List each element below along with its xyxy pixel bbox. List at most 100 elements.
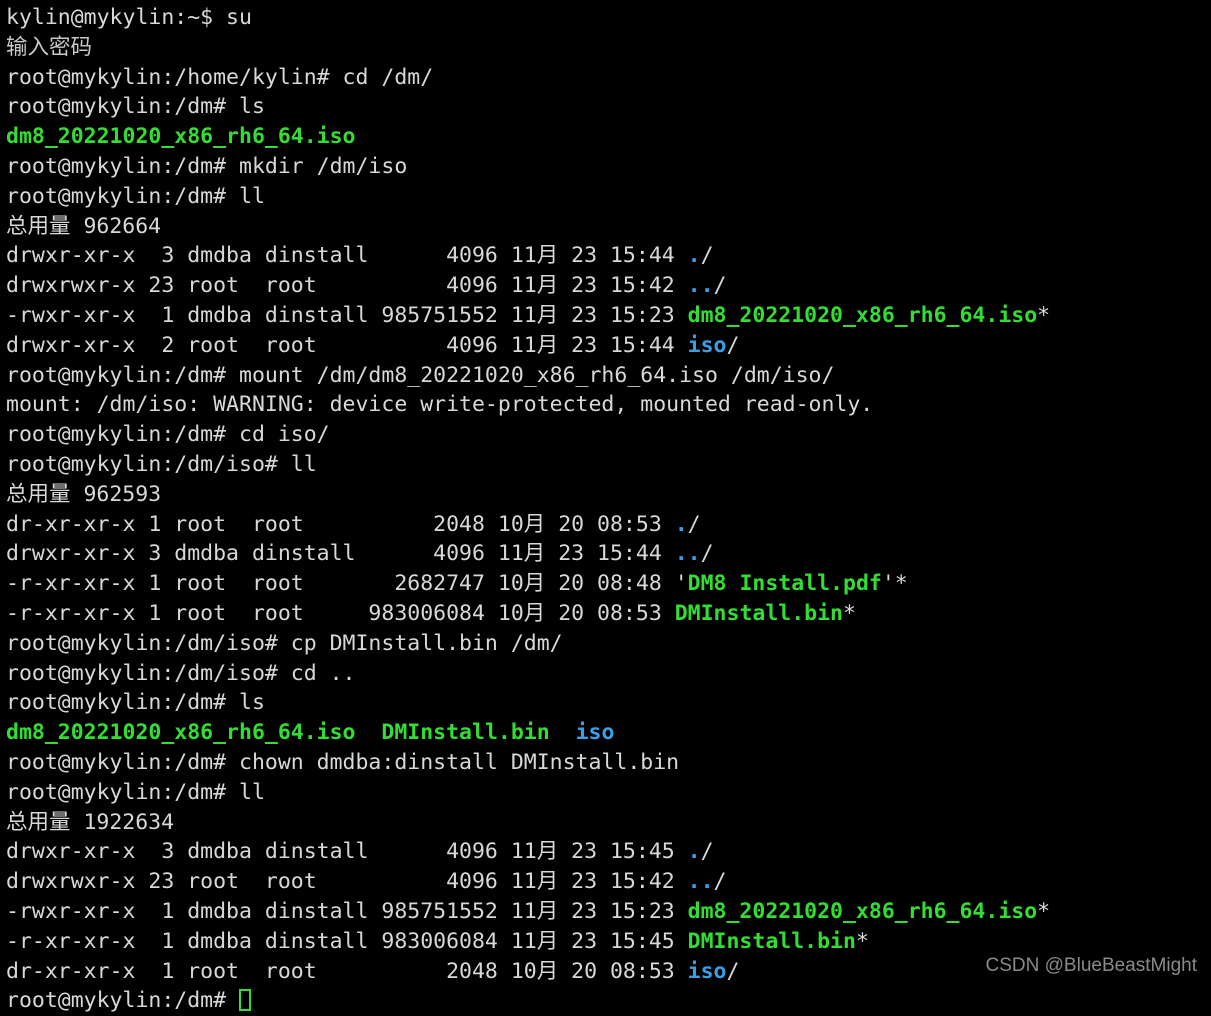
terminal-line: root@mykylin:/dm# ls xyxy=(6,92,1211,122)
terminal-text-segment: root@mykylin:/dm# ls xyxy=(6,94,265,120)
terminal-text-segment: drwxr-xr-x 3 dmdba dinstall 4096 11月 23 … xyxy=(6,541,675,567)
terminal-text-segment: drwxr-xr-x 3 dmdba dinstall 4096 11月 23 … xyxy=(6,243,688,269)
terminal-text-segment: mount: /dm/iso: WARNING: device write-pr… xyxy=(6,392,874,418)
terminal-line: -r-xr-xr-x 1 dmdba dinstall 983006084 11… xyxy=(6,927,1211,957)
terminal-line: 总用量 1922634 xyxy=(6,808,1211,838)
terminal-line: 总用量 962593 xyxy=(6,480,1211,510)
terminal-text-segment: root@mykylin:/dm# chown dmdba:dinstall D… xyxy=(6,749,680,775)
terminal-window[interactable]: kylin@mykylin:~$ su 输入密码 root@mykylin:/hom… xyxy=(0,0,1211,1013)
terminal-line: 总用量 962664 xyxy=(6,212,1211,242)
terminal-text-segment: iso xyxy=(575,720,615,746)
terminal-screen[interactable]: kylin@mykylin:~$ su 输入密码 root@mykylin:/hom… xyxy=(6,3,1211,1016)
terminal-text-segment: DMInstall.bin xyxy=(674,600,843,626)
terminal-text-segment: . xyxy=(674,511,688,537)
terminal-text-segment: .. xyxy=(687,273,714,299)
terminal-text-segment: 总用量 962593 xyxy=(6,481,162,507)
terminal-text-segment: -rwxr-xr-x 1 dmdba dinstall 985751552 11… xyxy=(6,302,688,328)
terminal-text-segment: kylin@mykylin:~$ su xyxy=(6,5,252,30)
terminal-text-segment: drwxrwxr-x 23 root root 4096 11月 23 15:4… xyxy=(6,273,688,299)
terminal-text-segment: dr-xr-xr-x 1 root root 2048 10月 20 08:53 xyxy=(6,511,675,537)
terminal-text-segment: DM8 Install.pdf xyxy=(687,571,882,597)
terminal-text-segment: . xyxy=(687,243,701,269)
terminal-text-segment: / xyxy=(713,869,727,895)
terminal-line: drwxrwxr-x 23 root root 4096 11月 23 15:4… xyxy=(6,867,1211,897)
terminal-text-segment: drwxrwxr-x 23 root root 4096 11月 23 15:4… xyxy=(6,869,688,895)
terminal-text-segment: root@mykylin:/dm# ll xyxy=(6,183,265,209)
terminal-line: -rwxr-xr-x 1 dmdba dinstall 985751552 11… xyxy=(6,301,1211,331)
terminal-line: dm8_20221020_x86_rh6_64.iso xyxy=(6,122,1211,152)
terminal-text-segment: dm8_20221020_x86_rh6_64.iso xyxy=(687,898,1038,924)
terminal-line: root@mykylin:/dm# xyxy=(6,986,1211,1016)
terminal-line: mount: /dm/iso: WARNING: device write-pr… xyxy=(6,390,1211,420)
terminal-text-segment: root@mykylin:/dm/iso# ll xyxy=(6,451,317,477)
terminal-line: root@mykylin:/dm# mount /dm/dm8_20221020… xyxy=(6,361,1211,391)
terminal-line: root@mykylin:/dm# ls xyxy=(6,688,1211,718)
terminal-text-segment: drwxr-xr-x 3 dmdba dinstall 4096 11月 23 … xyxy=(6,839,688,865)
terminal-line: dm8_20221020_x86_rh6_64.iso DMInstall.bi… xyxy=(6,718,1211,748)
text-cursor[interactable] xyxy=(239,989,251,1012)
terminal-text-segment: root@mykylin:/home/kylin# cd /dm/ xyxy=(6,64,434,90)
terminal-text-segment: -rwxr-xr-x 1 dmdba dinstall 985751552 11… xyxy=(6,898,688,924)
terminal-line: drwxr-xr-x 3 dmdba dinstall 4096 11月 23 … xyxy=(6,837,1211,867)
terminal-line: root@mykylin:/dm# chown dmdba:dinstall D… xyxy=(6,748,1211,778)
terminal-text-segment: / xyxy=(726,332,740,358)
terminal-text-segment: . xyxy=(687,839,701,865)
terminal-line: -r-xr-xr-x 1 root root 2682747 10月 20 08… xyxy=(6,569,1211,599)
terminal-text-segment: root@mykylin:/dm# mount /dm/dm8_20221020… xyxy=(6,362,835,388)
terminal-line: -r-xr-xr-x 1 root root 983006084 10月 20 … xyxy=(6,599,1211,629)
terminal-text-segment: dm8_20221020_x86_rh6_64.iso xyxy=(687,302,1038,328)
terminal-text-segment: root@mykylin:/dm# cd iso/ xyxy=(6,422,330,448)
terminal-text-segment: dm8_20221020_x86_rh6_64.iso xyxy=(6,124,356,150)
terminal-line: kylin@mykylin:~$ su xyxy=(6,3,1211,33)
terminal-text-segment: drwxr-xr-x 2 root root 4096 11月 23 15:44 xyxy=(6,332,688,358)
terminal-text-segment: / xyxy=(700,541,714,567)
terminal-text-segment: / xyxy=(726,958,740,984)
terminal-line: root@mykylin:/dm/iso# cp DMInstall.bin /… xyxy=(6,629,1211,659)
terminal-text-segment: iso xyxy=(687,332,727,358)
terminal-text-segment: 输入密码 xyxy=(6,34,93,60)
watermark-text: CSDN @BlueBeastMight xyxy=(985,955,1197,976)
terminal-line: root@mykylin:/home/kylin# cd /dm/ xyxy=(6,63,1211,93)
terminal-line: dr-xr-xr-x 1 root root 2048 10月 20 08:53… xyxy=(6,510,1211,540)
terminal-text-segment: .. xyxy=(687,869,714,895)
terminal-line: root@mykylin:/dm# ll xyxy=(6,182,1211,212)
terminal-text-segment: 总用量 962664 xyxy=(6,213,162,239)
terminal-text-segment: / xyxy=(700,243,714,269)
terminal-text-segment: iso xyxy=(687,958,727,984)
terminal-text-segment: ' xyxy=(674,571,688,597)
terminal-line: root@mykylin:/dm# mkdir /dm/iso xyxy=(6,152,1211,182)
terminal-text-segment: -r-xr-xr-x 1 root root 2682747 10月 20 08… xyxy=(6,571,675,597)
terminal-text-segment: / xyxy=(700,839,714,865)
terminal-text-segment: / xyxy=(713,273,727,299)
terminal-text-segment: root@mykylin:/dm# mkdir /dm/iso xyxy=(6,153,408,179)
terminal-text-segment: 总用量 1922634 xyxy=(6,809,175,835)
terminal-text-segment: -r-xr-xr-x 1 root root 983006084 10月 20 … xyxy=(6,600,675,626)
terminal-text-segment: * xyxy=(1037,898,1051,924)
terminal-line: 输入密码 xyxy=(6,33,1211,63)
terminal-line: root@mykylin:/dm# ll xyxy=(6,778,1211,808)
terminal-line: drwxr-xr-x 3 dmdba dinstall 4096 11月 23 … xyxy=(6,539,1211,569)
terminal-text-segment: * xyxy=(1037,302,1051,328)
terminal-text-segment: DMInstall.bin xyxy=(687,928,856,954)
terminal-text-segment: root@mykylin:/dm# xyxy=(6,988,239,1014)
terminal-text-segment: '* xyxy=(881,571,908,597)
terminal-text-segment: * xyxy=(843,600,856,626)
terminal-text-segment: root@mykylin:/dm# ls xyxy=(6,690,265,716)
terminal-text-segment: root@mykylin:/dm# ll xyxy=(6,779,265,805)
terminal-text-segment: / xyxy=(687,511,701,537)
terminal-text-segment: * xyxy=(855,928,869,954)
terminal-line: root@mykylin:/dm/iso# ll xyxy=(6,450,1211,480)
terminal-text-segment: dr-xr-xr-x 1 root root 2048 10月 20 08:53 xyxy=(6,958,688,984)
terminal-line: drwxrwxr-x 23 root root 4096 11月 23 15:4… xyxy=(6,271,1211,301)
terminal-text-segment: root@mykylin:/dm/iso# cp DMInstall.bin /… xyxy=(6,630,563,656)
terminal-line: drwxr-xr-x 2 root root 4096 11月 23 15:44… xyxy=(6,331,1211,361)
terminal-line: -rwxr-xr-x 1 dmdba dinstall 985751552 11… xyxy=(6,897,1211,927)
terminal-line: root@mykylin:/dm# cd iso/ xyxy=(6,420,1211,450)
terminal-text-segment: .. xyxy=(674,541,701,567)
terminal-text-segment: root@mykylin:/dm/iso# cd .. xyxy=(6,660,356,686)
terminal-text-segment: dm8_20221020_x86_rh6_64.iso xyxy=(6,720,356,746)
terminal-text-segment: DMInstall.bin xyxy=(381,720,550,746)
terminal-text-segment: -r-xr-xr-x 1 dmdba dinstall 983006084 11… xyxy=(6,928,688,954)
